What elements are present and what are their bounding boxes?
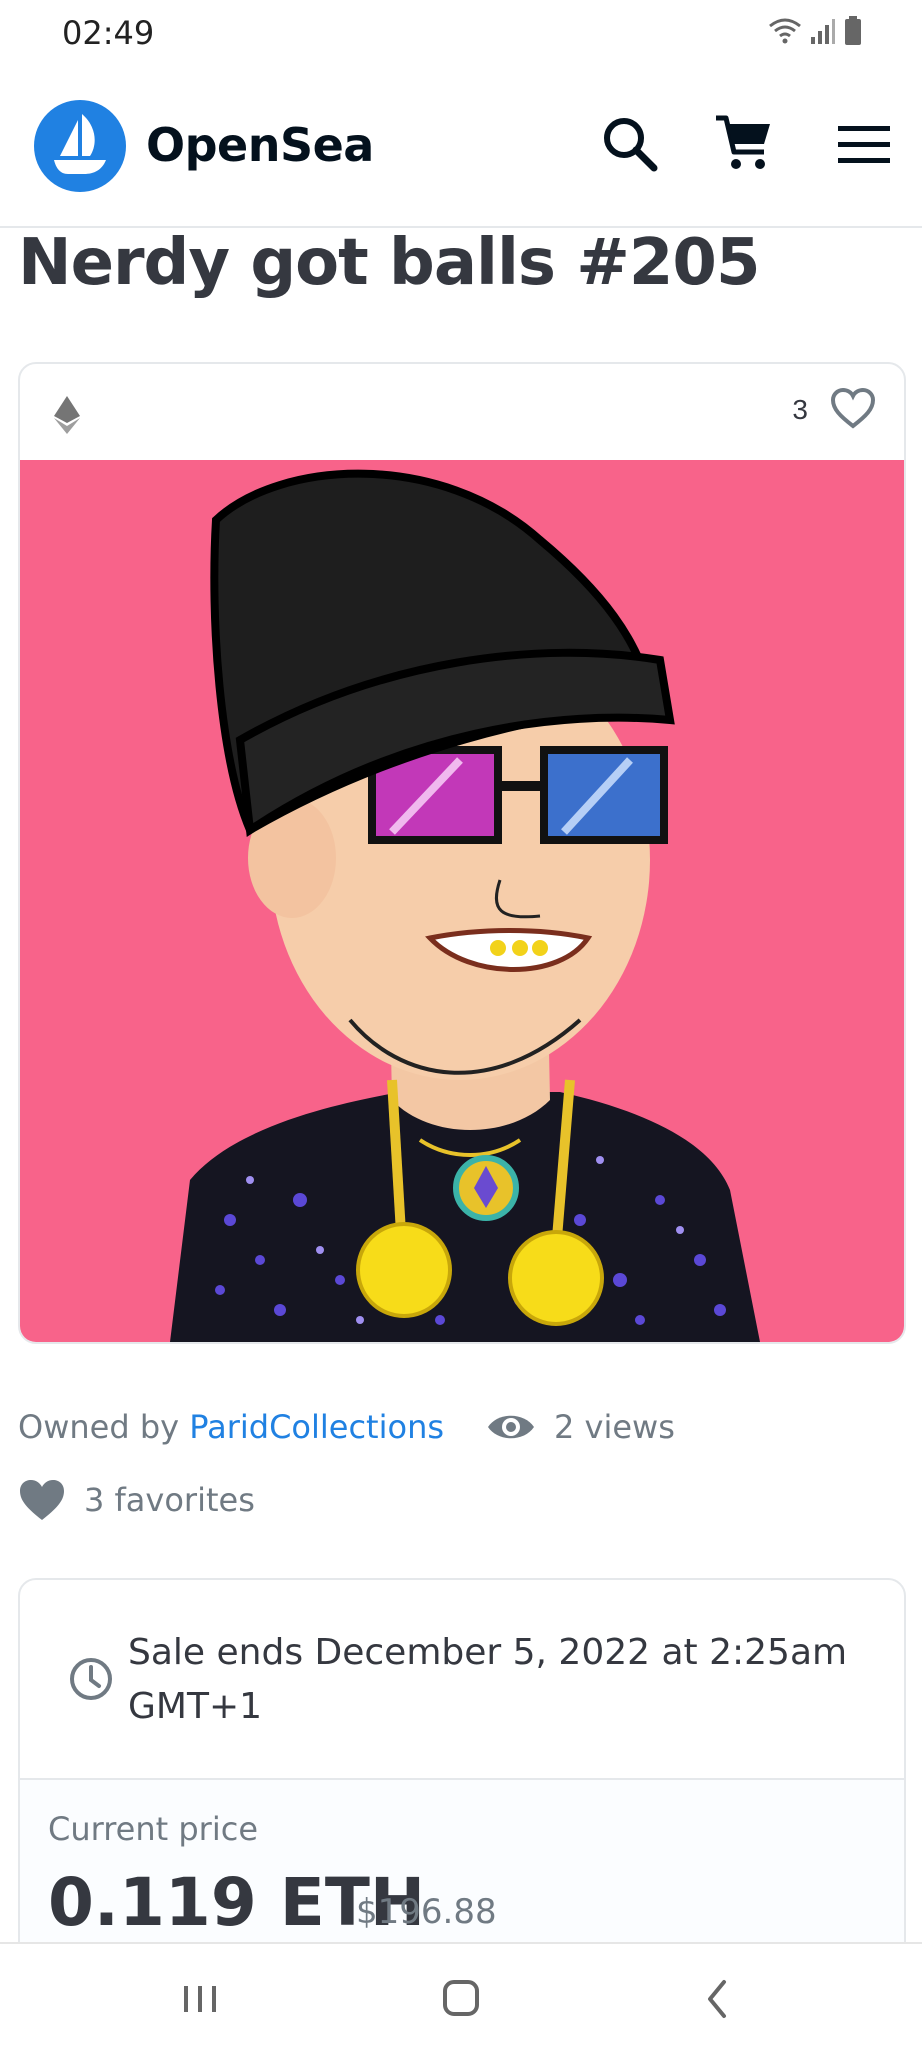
heart-outline-icon[interactable] xyxy=(830,388,876,430)
status-icons xyxy=(768,16,862,46)
views-info: 2 views xyxy=(486,1408,675,1446)
owner-link[interactable]: ParidCollections xyxy=(189,1408,444,1446)
brand-name[interactable]: OpenSea xyxy=(146,118,374,172)
item-card-header: 3 xyxy=(20,364,904,460)
item-card: 3 xyxy=(18,362,906,1344)
clock-icon xyxy=(70,1658,112,1700)
price-usd: $196.88 xyxy=(356,1892,497,1932)
opensea-logo-icon[interactable] xyxy=(34,100,126,192)
status-bar: 02:49 xyxy=(0,0,922,66)
menu-icon[interactable] xyxy=(832,112,896,176)
home-icon[interactable] xyxy=(431,1974,491,2024)
app-header: OpenSea xyxy=(0,84,922,228)
owned-by: Owned by ParidCollections xyxy=(18,1408,444,1446)
eye-icon xyxy=(488,1415,534,1439)
signal-icon xyxy=(811,19,835,44)
nft-artwork-image[interactable] xyxy=(20,460,904,1342)
item-title: Nerdy got balls #205 xyxy=(18,226,760,300)
back-icon[interactable] xyxy=(688,1974,748,2024)
sale-ends-text: Sale ends December 5, 2022 at 2:25am GMT… xyxy=(128,1632,848,1727)
battery-icon xyxy=(845,16,861,45)
ethereum-icon xyxy=(54,396,80,434)
status-time: 02:49 xyxy=(62,14,155,52)
system-nav-bar xyxy=(0,1942,922,2050)
search-icon[interactable] xyxy=(598,112,662,176)
views-count: 2 views xyxy=(554,1408,675,1446)
heart-filled-icon xyxy=(20,1480,64,1520)
favorites-count: 3 favorites xyxy=(84,1481,255,1519)
current-price-label: Current price xyxy=(48,1810,258,1848)
recent-apps-icon[interactable] xyxy=(170,1974,230,2024)
favorite-count: 3 xyxy=(792,394,808,425)
cart-icon[interactable] xyxy=(712,112,776,176)
favorites-info: 3 favorites xyxy=(18,1478,255,1522)
wifi-icon xyxy=(769,18,801,44)
owned-by-label: Owned by xyxy=(18,1408,180,1446)
sale-header: Sale ends December 5, 2022 at 2:25am GMT… xyxy=(20,1580,904,1780)
